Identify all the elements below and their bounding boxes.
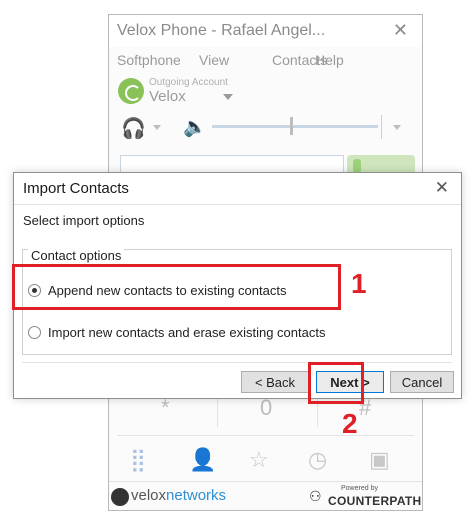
dialpad-divider (217, 395, 218, 427)
directory-nav-icon[interactable]: ▣ (369, 447, 390, 473)
volume-dropdown-icon[interactable] (393, 125, 401, 130)
annotation-marker-2: 2 (342, 408, 358, 439)
phone-menubar: Softphone View Contacts Help (109, 47, 422, 73)
phone-titlebar: Velox Phone - Rafael Angel... ✕ (109, 15, 422, 47)
account-status-icon (118, 78, 144, 104)
dialog-title-divider (14, 204, 461, 205)
velox-brand-suffix: networks (166, 487, 227, 504)
cancel-button[interactable]: Cancel (390, 371, 454, 393)
speaker-icon[interactable]: 🔈 (183, 115, 207, 139)
radio-import-erase-icon[interactable] (28, 326, 41, 339)
option-import-erase-contacts[interactable]: Import new contacts and erase existing c… (28, 325, 325, 340)
dialog-button-bar: < Back Next > Cancel (14, 363, 461, 398)
headset-dropdown-icon[interactable] (153, 125, 161, 130)
headset-icon[interactable]: 🎧 (121, 116, 146, 141)
volume-slider[interactable] (212, 125, 378, 128)
counterpath-brand: COUNTERPATH (328, 494, 422, 508)
highlight-next-button (308, 362, 364, 404)
velox-brand: veloxnetworks (131, 487, 226, 504)
nav-divider (117, 435, 414, 436)
dialpad-nav-icon[interactable]: ⣿ (130, 447, 146, 473)
option-import-erase-label: Import new contacts and erase existing c… (48, 325, 326, 340)
counterpath-logo-icon: ⚇ (309, 488, 322, 504)
back-button[interactable]: < Back (241, 371, 309, 393)
menu-view[interactable]: View (199, 52, 229, 68)
menu-softphone[interactable]: Softphone (117, 52, 181, 68)
volume-slider-thumb[interactable] (290, 117, 293, 135)
contacts-nav-icon[interactable]: 👤 (189, 447, 216, 473)
phone-footer: veloxnetworks ⚇ Powered by COUNTERPATH (109, 481, 422, 511)
contact-options-label: Contact options (28, 248, 125, 263)
account-name[interactable]: Velox (149, 88, 186, 105)
phone-close-icon[interactable]: ✕ (393, 20, 408, 41)
highlight-append-option (12, 264, 341, 310)
dialog-close-icon[interactable]: ✕ (435, 178, 449, 198)
toolbar-divider (381, 115, 382, 139)
favorites-nav-icon[interactable]: ☆ (249, 447, 269, 473)
account-label: Outgoing Account (149, 77, 228, 88)
velox-brand-prefix: velox (131, 487, 167, 504)
dialog-subtitle: Select import options (23, 213, 145, 228)
powered-by-label: Powered by (341, 485, 378, 492)
account-dropdown-icon[interactable] (223, 94, 233, 100)
annotation-marker-1: 1 (351, 268, 367, 299)
phone-window-title: Velox Phone - Rafael Angel... (117, 22, 326, 39)
dialog-title: Import Contacts (23, 180, 129, 197)
menu-help[interactable]: Help (315, 52, 344, 68)
history-nav-icon[interactable]: ◷ (308, 447, 327, 473)
velox-logo-icon (111, 488, 129, 506)
